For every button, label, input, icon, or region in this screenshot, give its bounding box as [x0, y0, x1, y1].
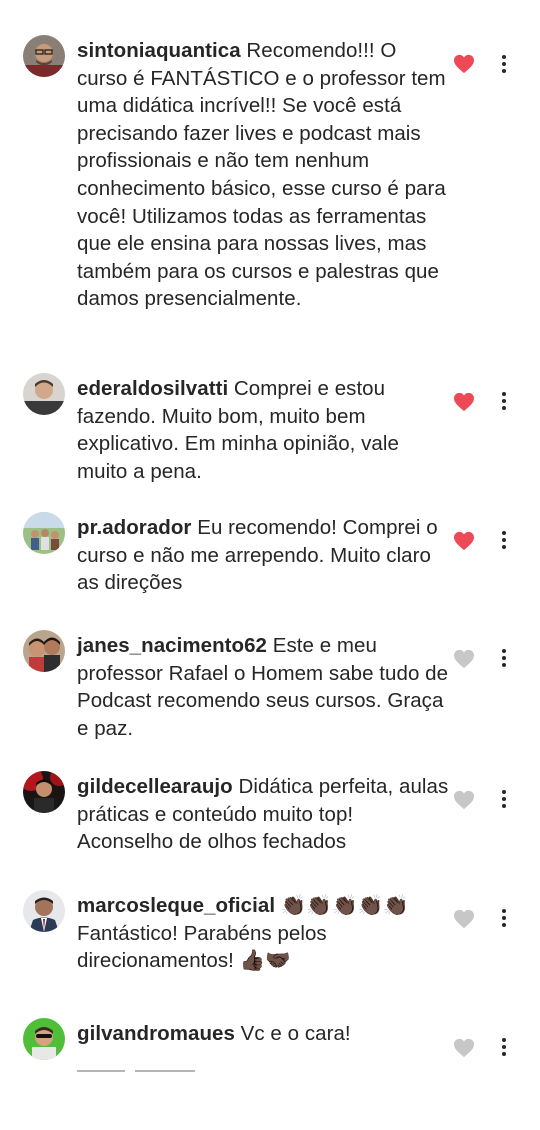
avatar[interactable]	[23, 630, 65, 672]
comment-body: Recomendo!!! O curso é FANTÁSTICO e o pr…	[77, 39, 446, 311]
username-link[interactable]: ederaldosilvatti	[77, 377, 228, 400]
username-link[interactable]: janes_nacimento62	[77, 634, 267, 657]
more-options-icon[interactable]	[495, 647, 513, 671]
more-options-icon[interactable]	[495, 529, 513, 553]
more-options-icon[interactable]	[495, 390, 513, 414]
comment-text: marcosleque_oficial 👏🏿👏🏿👏🏿👏🏿👏🏿 Fantástic…	[77, 892, 449, 975]
heart-icon[interactable]	[453, 392, 475, 412]
avatar[interactable]	[23, 373, 65, 415]
heart-icon[interactable]	[453, 1038, 475, 1058]
username-link[interactable]: gildecellearaujo	[77, 775, 233, 798]
more-options-icon[interactable]	[495, 1036, 513, 1060]
username-link[interactable]: gilvandromaues	[77, 1022, 235, 1045]
more-options-icon[interactable]	[495, 907, 513, 931]
avatar[interactable]	[23, 512, 65, 554]
comment-text: gildecellearaujo Didática perfeita, aula…	[77, 773, 449, 856]
heart-icon[interactable]	[453, 909, 475, 929]
more-options-icon[interactable]	[495, 788, 513, 812]
comment-body: Vc e o cara!	[234, 1022, 351, 1045]
heart-icon[interactable]	[453, 531, 475, 551]
username-link[interactable]: sintoniaquantica	[77, 39, 241, 62]
comment-text: pr.adorador Eu recomendo! Comprei o curs…	[77, 514, 449, 597]
heart-icon[interactable]	[453, 649, 475, 669]
comment-text: ederaldosilvatti Comprei e estou fazendo…	[77, 375, 449, 485]
avatar[interactable]	[23, 771, 65, 813]
heart-icon[interactable]	[453, 54, 475, 74]
heart-icon[interactable]	[453, 790, 475, 810]
avatar[interactable]	[23, 1018, 65, 1060]
more-options-icon[interactable]	[495, 53, 513, 77]
avatar[interactable]	[23, 35, 65, 77]
comment-text: sintoniaquantica Recomendo!!! O curso é …	[77, 37, 449, 313]
username-link[interactable]: pr.adorador	[77, 516, 191, 539]
comment-text: gilvandromaues Vc e o cara!	[77, 1020, 449, 1048]
truncated-row-fragment	[77, 1067, 257, 1073]
avatar[interactable]	[23, 890, 65, 932]
username-link[interactable]: marcosleque_oficial	[77, 894, 275, 917]
comment-text: janes_nacimento62 Este e meu professor R…	[77, 632, 449, 742]
